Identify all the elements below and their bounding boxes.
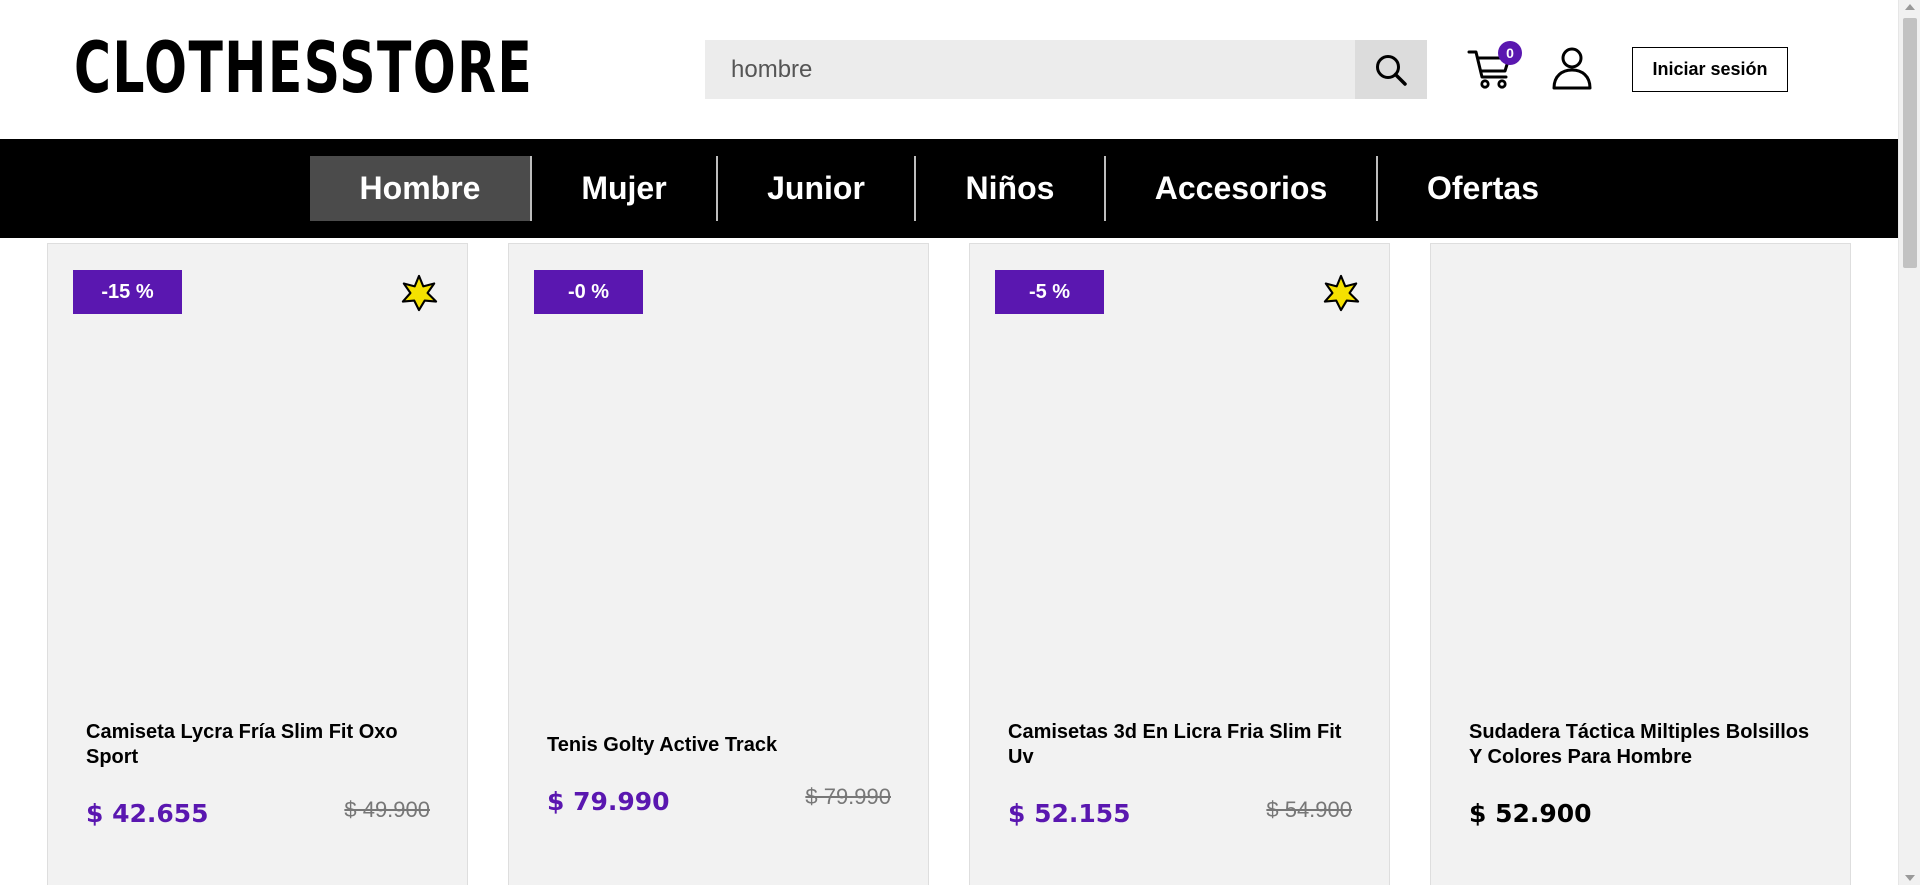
nav-item-ofertas[interactable]: Ofertas [1378,156,1588,221]
product-card[interactable]: -15 % Camiseta Lycra Fría Slim Fit Oxo S… [47,243,468,885]
product-card[interactable]: -0 % Tenis Golty Active Track $ 79.990 $… [508,243,929,885]
site-logo[interactable]: CLOTHESSTORE [74,28,533,108]
search-icon [1376,54,1407,86]
nav-item-hombre[interactable]: Hombre [310,156,530,221]
nav-item-mujer[interactable]: Mujer [532,156,716,221]
search-input[interactable] [705,40,1355,99]
nav-item-ninos[interactable]: Niños [916,156,1104,221]
product-price: $ 79.990 [547,787,670,816]
product-card[interactable]: Sudadera Táctica Miltiples Bolsillos Y C… [1430,243,1851,885]
discount-badge: -15 % [73,270,182,314]
product-title[interactable]: Camisetas 3d En Licra Fria Slim Fit Uv [1008,720,1358,770]
nav-item-junior[interactable]: Junior [718,156,914,221]
product-card[interactable]: -5 % Camisetas 3d En Licra Fria Slim Fit… [969,243,1390,885]
product-old-price: $ 79.990 [805,784,891,809]
star-icon [401,274,438,312]
product-price: $ 52.900 [1469,799,1592,828]
discount-badge: -0 % [534,270,643,314]
product-title[interactable]: Tenis Golty Active Track [547,733,897,758]
login-button[interactable]: Iniciar sesión [1632,47,1788,92]
scroll-up-arrow[interactable] [1905,4,1915,10]
cart-count-badge: 0 [1498,41,1522,65]
nav-item-accesorios[interactable]: Accesorios [1106,156,1376,221]
scroll-down-arrow[interactable] [1905,875,1915,881]
product-title[interactable]: Camiseta Lycra Fría Slim Fit Oxo Sport [86,720,436,770]
account-button[interactable] [1548,44,1596,92]
product-old-price: $ 49.900 [344,797,430,822]
site-header: CLOTHESSTORE 0 Iniciar sesión [0,0,1898,139]
user-icon [1552,47,1592,90]
product-price: $ 52.155 [1008,799,1131,828]
product-price: $ 42.655 [86,799,209,828]
star-icon [1323,274,1360,312]
scroll-thumb[interactable] [1903,18,1917,268]
category-nav: Hombre Mujer Junior Niños Accesorios Ofe… [0,139,1898,238]
search-bar [705,40,1427,99]
product-title[interactable]: Sudadera Táctica Miltiples Bolsillos Y C… [1469,720,1819,770]
product-old-price: $ 54.900 [1266,797,1352,822]
page-scrollbar[interactable] [1898,0,1920,885]
discount-badge: -5 % [995,270,1104,314]
search-button[interactable] [1355,40,1427,99]
